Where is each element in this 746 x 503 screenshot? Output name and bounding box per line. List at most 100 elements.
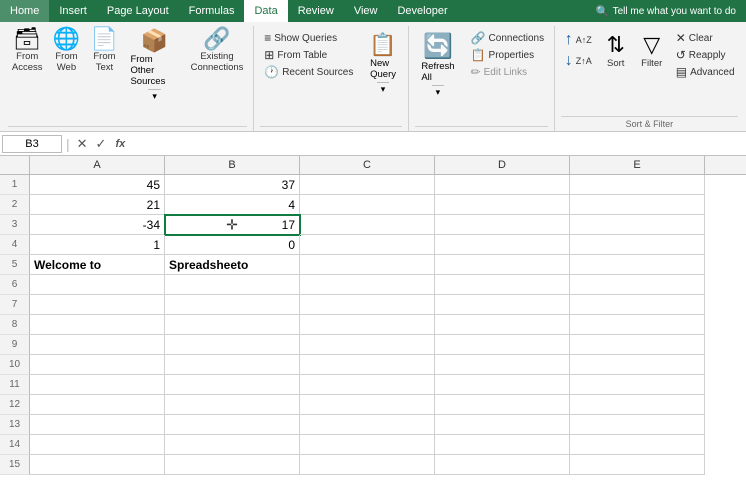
from-table-button[interactable]: ⊞ From Table (260, 47, 357, 63)
cell[interactable] (300, 415, 435, 435)
cell[interactable] (435, 435, 570, 455)
cell[interactable] (570, 275, 705, 295)
col-header-c[interactable]: C (300, 156, 435, 174)
row-number[interactable]: 9 (0, 335, 30, 355)
cell[interactable]: 1 (30, 235, 165, 255)
cell[interactable] (570, 235, 705, 255)
cell[interactable] (165, 435, 300, 455)
cell[interactable] (300, 335, 435, 355)
cell[interactable] (570, 415, 705, 435)
row-number[interactable]: 15 (0, 455, 30, 475)
cell[interactable] (165, 375, 300, 395)
cell[interactable] (435, 255, 570, 275)
cell[interactable] (165, 455, 300, 475)
cell[interactable]: 17✛ (165, 215, 300, 235)
cell[interactable] (30, 455, 165, 475)
cell[interactable]: 0 (165, 235, 300, 255)
cell[interactable]: 45 (30, 175, 165, 195)
cell[interactable] (300, 275, 435, 295)
cell[interactable] (30, 335, 165, 355)
cell[interactable] (30, 355, 165, 375)
sort-az-button[interactable]: ↑ A↑Z (561, 30, 596, 50)
cell[interactable] (30, 395, 165, 415)
col-header-a[interactable]: A (30, 156, 165, 174)
cell[interactable] (165, 335, 300, 355)
cell[interactable] (435, 195, 570, 215)
cell[interactable] (300, 375, 435, 395)
cell[interactable] (435, 415, 570, 435)
cell[interactable] (300, 195, 435, 215)
filter-button[interactable]: ▽ Filter (636, 30, 668, 71)
cell[interactable] (435, 215, 570, 235)
cell[interactable] (570, 335, 705, 355)
cell[interactable] (300, 295, 435, 315)
menu-insert[interactable]: Insert (49, 0, 97, 22)
cell[interactable] (30, 415, 165, 435)
cell[interactable]: 21 (30, 195, 165, 215)
name-box[interactable] (2, 135, 62, 153)
cancel-formula-button[interactable]: ✕ (74, 136, 91, 152)
cell[interactable]: Welcome to (30, 255, 165, 275)
cell[interactable] (435, 275, 570, 295)
cell[interactable] (300, 315, 435, 335)
from-access-button[interactable]: 🗃 FromAccess (8, 26, 46, 76)
row-number[interactable]: 10 (0, 355, 30, 375)
cell[interactable] (570, 315, 705, 335)
cell[interactable] (570, 355, 705, 375)
show-queries-button[interactable]: ≡ Show Queries (260, 30, 357, 46)
row-number[interactable]: 4 (0, 235, 30, 255)
row-number[interactable]: 11 (0, 375, 30, 395)
cell[interactable] (30, 375, 165, 395)
cell[interactable] (435, 355, 570, 375)
cell[interactable] (30, 275, 165, 295)
row-number[interactable]: 5 (0, 255, 30, 275)
cell[interactable] (300, 395, 435, 415)
cell[interactable] (165, 295, 300, 315)
cell[interactable] (300, 255, 435, 275)
cell[interactable] (300, 355, 435, 375)
clear-button[interactable]: ✕ Clear (672, 30, 739, 46)
col-header-e[interactable]: E (570, 156, 705, 174)
col-header-d[interactable]: D (435, 156, 570, 174)
menu-data[interactable]: Data (244, 0, 287, 22)
row-number[interactable]: 14 (0, 435, 30, 455)
row-number[interactable]: 6 (0, 275, 30, 295)
menu-formulas[interactable]: Formulas (179, 0, 245, 22)
sort-button[interactable]: ⇅ Sort (600, 30, 632, 71)
cell[interactable]: 37 (165, 175, 300, 195)
cell[interactable] (165, 355, 300, 375)
cell[interactable]: Spreadsheeto (165, 255, 300, 275)
recent-sources-button[interactable]: 🕐 Recent Sources (260, 64, 357, 80)
cell[interactable]: -34 (30, 215, 165, 235)
cell[interactable] (165, 315, 300, 335)
row-number[interactable]: 12 (0, 395, 30, 415)
cell[interactable] (435, 295, 570, 315)
cell[interactable] (165, 415, 300, 435)
cell[interactable] (570, 215, 705, 235)
from-other-dropdown[interactable]: ▾ (148, 89, 161, 103)
menu-view[interactable]: View (344, 0, 388, 22)
cell[interactable] (570, 455, 705, 475)
confirm-formula-button[interactable]: ✓ (93, 136, 110, 152)
new-query-button[interactable]: 📋 NewQuery ▾ (363, 30, 402, 96)
menu-developer[interactable]: Developer (387, 0, 457, 22)
menu-page-layout[interactable]: Page Layout (97, 0, 179, 22)
cell[interactable] (300, 175, 435, 195)
col-header-b[interactable]: B (165, 156, 300, 174)
cell[interactable] (300, 435, 435, 455)
cell[interactable] (435, 395, 570, 415)
row-number[interactable]: 3 (0, 215, 30, 235)
cell[interactable]: 4 (165, 195, 300, 215)
row-number[interactable]: 7 (0, 295, 30, 315)
cell[interactable] (570, 375, 705, 395)
menu-tell-me[interactable]: 🔍 Tell me what you want to do (586, 0, 746, 22)
cell[interactable] (30, 315, 165, 335)
reapply-button[interactable]: ↺ Reapply (672, 47, 739, 63)
existing-connections-button[interactable]: 🔗 ExistingConnections (187, 26, 248, 76)
row-number[interactable]: 13 (0, 415, 30, 435)
row-number[interactable]: 2 (0, 195, 30, 215)
new-query-dropdown[interactable]: ▾ (377, 82, 390, 96)
cell[interactable] (435, 315, 570, 335)
cell[interactable] (435, 455, 570, 475)
cell[interactable] (30, 295, 165, 315)
